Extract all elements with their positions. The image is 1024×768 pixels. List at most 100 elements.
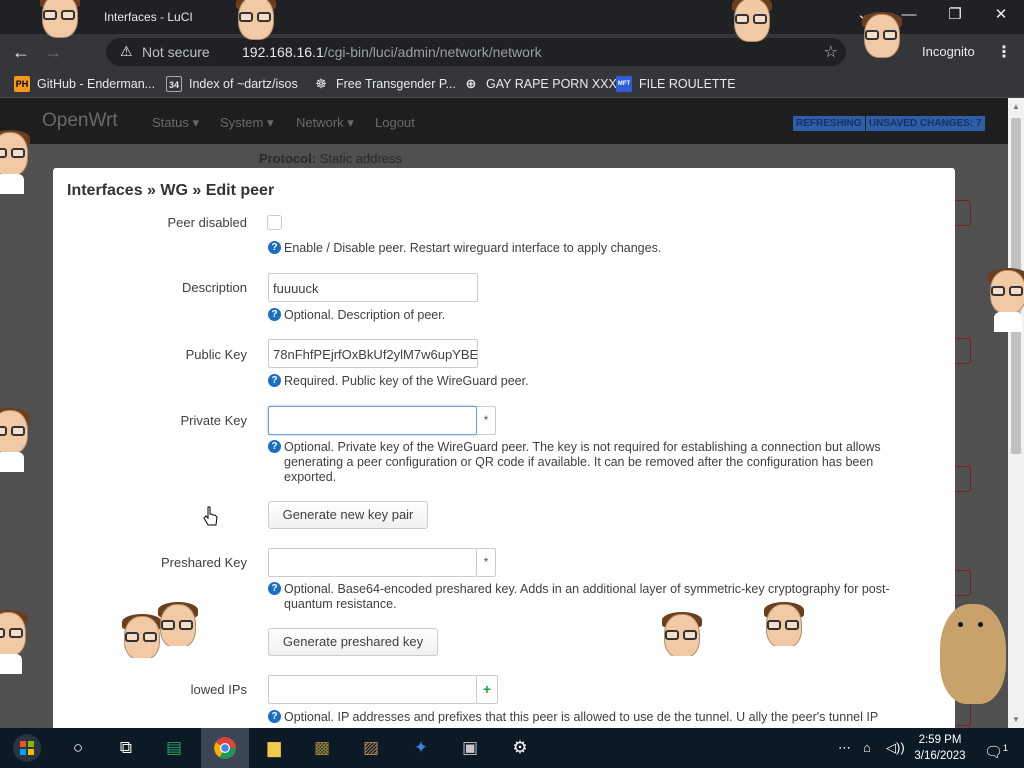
allowed-ips-input[interactable] bbox=[268, 675, 477, 704]
back-button[interactable]: ← bbox=[12, 42, 30, 62]
private-key-reveal-toggle[interactable]: * bbox=[477, 406, 496, 435]
cartoon-face-icon bbox=[0, 130, 34, 194]
nav-network[interactable]: Network ▾ bbox=[296, 115, 354, 131]
allowed-ips-help: ? Optional. IP addresses and prefixes th… bbox=[268, 710, 928, 725]
peer-disabled-label: Peer disabled bbox=[167, 215, 248, 230]
browser-tab[interactable]: Interfaces - LuCI bbox=[96, 4, 226, 34]
generate-preshared-key-button[interactable]: Generate preshared key bbox=[268, 628, 438, 656]
bookmark-star-icon[interactable]: ☆ bbox=[824, 42, 838, 62]
hand-cursor-icon bbox=[203, 506, 218, 526]
search-circle-icon[interactable]: ○ bbox=[54, 728, 102, 768]
preshared-key-reveal-toggle[interactable]: * bbox=[477, 548, 496, 577]
add-allowed-ip-button[interactable]: + bbox=[477, 675, 498, 704]
start-button[interactable] bbox=[2, 728, 52, 768]
preshared-key-help: ? Optional. Base64-encoded preshared key… bbox=[268, 582, 928, 612]
help-icon: ? bbox=[268, 308, 281, 321]
box-app-icon[interactable]: ▣ bbox=[446, 728, 494, 768]
cartoon-face-icon bbox=[0, 408, 34, 472]
incognito-label[interactable]: Incognito bbox=[922, 44, 975, 59]
bookmark-favicon: MFT bbox=[616, 76, 632, 92]
peer-disabled-help: ? Enable / Disable peer. Restart wiregua… bbox=[268, 241, 928, 256]
task-view-icon[interactable]: ⧉ bbox=[102, 728, 150, 768]
url-path: /cgi-bin/luci/admin/network/network bbox=[323, 44, 542, 60]
bookmark-item[interactable]: 34 Index of ~dartz/isos bbox=[166, 75, 298, 93]
network-tray-icon[interactable]: ⌂ bbox=[863, 740, 871, 755]
public-key-help: ? Required. Public key of the WireGuard … bbox=[268, 374, 928, 389]
clock-date: 3/16/2023 bbox=[914, 750, 966, 762]
bookmark-item[interactable]: ☸ Free Transgender P... bbox=[313, 75, 456, 93]
chrome-app-icon[interactable] bbox=[201, 728, 249, 768]
nav-logout[interactable]: Logout bbox=[375, 115, 415, 130]
openwrt-brand[interactable]: OpenWrt bbox=[42, 110, 118, 132]
url-text[interactable]: 192.168.16.1/cgi-bin/luci/admin/network/… bbox=[242, 44, 542, 60]
network-app-icon[interactable]: ✦ bbox=[397, 728, 445, 768]
app-icon[interactable]: ▨ bbox=[347, 728, 395, 768]
notification-center-icon[interactable]: 🗨1 bbox=[976, 728, 1016, 768]
restore-button[interactable]: ❐ bbox=[932, 0, 978, 30]
background-field-edge bbox=[955, 200, 971, 226]
bookmark-label: Free Transgender P... bbox=[336, 77, 456, 91]
generate-key-pair-button[interactable]: Generate new key pair bbox=[268, 501, 428, 529]
hidden-icons-chevron-icon[interactable]: ⋯ bbox=[838, 740, 851, 756]
peer-disabled-checkbox[interactable] bbox=[267, 215, 282, 230]
warning-icon[interactable]: ⚠ bbox=[120, 43, 133, 60]
preshared-key-input[interactable] bbox=[268, 548, 477, 577]
help-icon: ? bbox=[268, 710, 281, 723]
browser-menu-icon[interactable]: ⋮ bbox=[996, 42, 1012, 62]
taskbar-clock[interactable]: 2:59 PM 3/16/2023 bbox=[910, 732, 970, 764]
hamster-sticker-icon bbox=[940, 604, 1006, 704]
globe-icon: ⊕ bbox=[465, 76, 477, 91]
help-icon: ? bbox=[268, 241, 281, 254]
bookmark-label: GAY RAPE PORN XXX bbox=[486, 77, 617, 91]
luci-header: OpenWrt Status ▾ System ▾ Network ▾ Logo… bbox=[0, 98, 1008, 144]
background-field-edge bbox=[955, 466, 971, 492]
background-field-edge bbox=[955, 338, 971, 364]
windows-taskbar: ○ ⧉ ▤ ▆ ▩ ▨ ✦ ▣ ⚙ ⋯ ⌂ ◁)) 2:59 PM 3/16/2… bbox=[0, 728, 1024, 768]
cartoon-face-icon bbox=[232, 0, 280, 58]
bookmark-favicon: ☸ bbox=[315, 76, 327, 91]
refreshing-badge[interactable]: REFRESHING bbox=[793, 116, 865, 131]
volume-icon[interactable]: ◁)) bbox=[886, 740, 905, 756]
cartoon-face-icon bbox=[858, 12, 906, 76]
settings-gear-icon[interactable]: ⚙ bbox=[496, 728, 544, 768]
bookmark-item[interactable]: ⊕ GAY RAPE PORN XXX bbox=[463, 75, 617, 93]
close-button[interactable]: ✕ bbox=[978, 0, 1024, 30]
bookmark-favicon: 34 bbox=[166, 76, 182, 92]
private-key-input[interactable] bbox=[268, 406, 477, 435]
sheets-app-icon[interactable]: ▤ bbox=[150, 728, 198, 768]
pornhub-icon: PH bbox=[14, 76, 30, 92]
unsaved-changes-badge[interactable]: UNSAVED CHANGES: 7 bbox=[866, 116, 985, 131]
private-key-label: Private Key bbox=[180, 413, 247, 428]
public-key-label: Public Key bbox=[185, 347, 247, 362]
scroll-up-icon[interactable]: ▲ bbox=[1012, 102, 1020, 111]
cartoon-face-icon bbox=[760, 602, 808, 666]
help-icon: ? bbox=[268, 440, 281, 453]
description-input[interactable]: fuuuuck bbox=[268, 273, 478, 302]
bookmark-label: GitHub - Enderman... bbox=[37, 77, 156, 91]
cartoon-face-icon bbox=[36, 0, 84, 56]
help-icon: ? bbox=[268, 374, 281, 387]
nav-system[interactable]: System ▾ bbox=[220, 115, 273, 131]
nav-status[interactable]: Status ▾ bbox=[152, 115, 199, 131]
cartoon-face-icon bbox=[154, 602, 202, 666]
private-key-help: ? Optional. Private key of the WireGuard… bbox=[268, 440, 928, 485]
description-label: Description bbox=[181, 280, 247, 295]
cartoon-face-icon bbox=[984, 268, 1024, 332]
file-explorer-icon[interactable]: ▆ bbox=[250, 728, 298, 768]
cartoon-face-icon bbox=[728, 0, 776, 60]
cartoon-face-icon bbox=[658, 612, 706, 676]
allowed-ips-label: lowed IPs bbox=[190, 682, 247, 697]
security-label[interactable]: Not secure bbox=[142, 44, 210, 60]
bookmark-label: FILE ROULETTE bbox=[639, 77, 736, 91]
preshared-key-label: Preshared Key bbox=[161, 555, 247, 570]
public-key-input[interactable]: 78nFhfPEjrfOxBkUf2ylM7w6upYBE bbox=[268, 339, 478, 368]
scroll-down-icon[interactable]: ▼ bbox=[1012, 715, 1020, 724]
modal-title: Interfaces » WG » Edit peer bbox=[67, 182, 275, 199]
clock-time: 2:59 PM bbox=[918, 734, 962, 746]
game-app-icon[interactable]: ▩ bbox=[298, 728, 346, 768]
page-scrollbar[interactable]: ▲ ▼ bbox=[1008, 98, 1024, 728]
bookmark-item[interactable]: PH GitHub - Enderman... bbox=[14, 75, 155, 93]
description-help: ? Optional. Description of peer. bbox=[268, 308, 928, 323]
bookmark-label: Index of ~dartz/isos bbox=[189, 77, 298, 91]
bookmark-item[interactable]: MFT FILE ROULETTE bbox=[616, 75, 736, 93]
